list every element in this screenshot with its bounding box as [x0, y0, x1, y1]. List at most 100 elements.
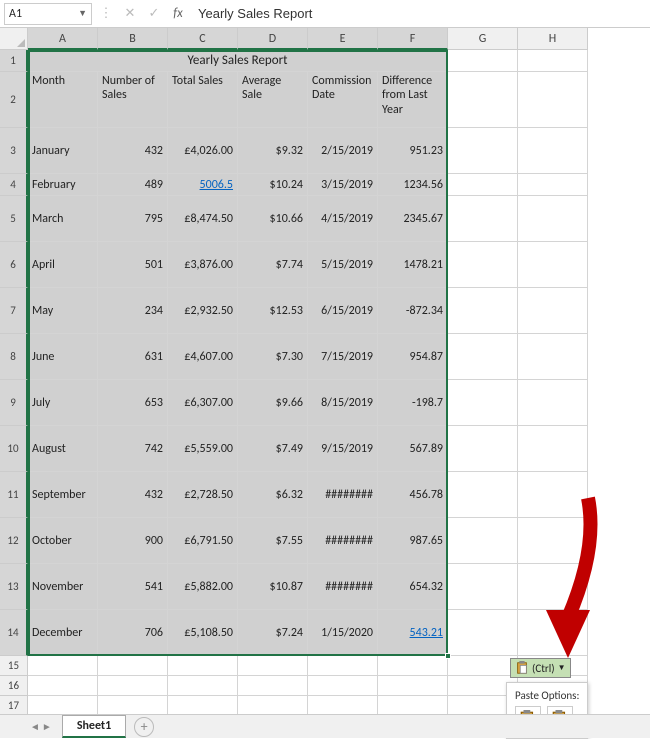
row-header[interactable]: 6	[0, 242, 28, 288]
title-cell[interactable]: Yearly Sales Report	[28, 50, 448, 72]
cell[interactable]: 489	[98, 174, 168, 196]
cell[interactable]: 7/15/2019	[308, 334, 378, 380]
row-header[interactable]: 1	[0, 50, 28, 72]
cell[interactable]: £4,026.00	[168, 128, 238, 174]
cell[interactable]	[518, 610, 588, 656]
row-header[interactable]: 10	[0, 426, 28, 472]
column-header[interactable]: C	[168, 28, 238, 50]
cell[interactable]: January	[28, 128, 98, 174]
cell[interactable]	[448, 380, 518, 426]
tab-prev-icon[interactable]: ◄	[30, 720, 40, 733]
cell[interactable]	[28, 676, 98, 696]
sheet-tab-active[interactable]: Sheet1	[62, 715, 126, 738]
header-cell[interactable]: Difference from Last Year	[378, 72, 448, 128]
cell[interactable]	[168, 696, 238, 716]
cell[interactable]: 3/15/2019	[308, 174, 378, 196]
cell[interactable]: £2,932.50	[168, 288, 238, 334]
cell[interactable]	[168, 676, 238, 696]
cell[interactable]: June	[28, 334, 98, 380]
cell[interactable]	[448, 196, 518, 242]
row-header[interactable]: 13	[0, 564, 28, 610]
cell[interactable]: 501	[98, 242, 168, 288]
cell[interactable]	[448, 128, 518, 174]
cell[interactable]	[238, 696, 308, 716]
cell[interactable]: ########	[308, 518, 378, 564]
cell[interactable]: 9/15/2019	[308, 426, 378, 472]
cell[interactable]: December	[28, 610, 98, 656]
header-cell[interactable]: Number of Sales	[98, 72, 168, 128]
cell[interactable]: 567.89	[378, 426, 448, 472]
header-cell[interactable]: Total Sales	[168, 72, 238, 128]
formula-input[interactable]	[192, 4, 646, 23]
cell[interactable]: 6/15/2019	[308, 288, 378, 334]
cell[interactable]: 631	[98, 334, 168, 380]
name-box[interactable]: A1 ▼	[4, 3, 92, 25]
cell[interactable]	[518, 242, 588, 288]
cell[interactable]: $7.49	[238, 426, 308, 472]
column-header[interactable]: F	[378, 28, 448, 50]
cell[interactable]: $9.66	[238, 380, 308, 426]
cell[interactable]	[518, 288, 588, 334]
cell[interactable]: November	[28, 564, 98, 610]
row-header[interactable]: 3	[0, 128, 28, 174]
cell[interactable]: May	[28, 288, 98, 334]
row-header[interactable]: 11	[0, 472, 28, 518]
row-header[interactable]: 16	[0, 676, 28, 696]
cell[interactable]: 5/15/2019	[308, 242, 378, 288]
column-header[interactable]: D	[238, 28, 308, 50]
cell[interactable]: August	[28, 426, 98, 472]
cell[interactable]: $7.24	[238, 610, 308, 656]
row-header[interactable]: 7	[0, 288, 28, 334]
paste-options-button[interactable]: (Ctrl) ▼	[510, 658, 571, 678]
fx-icon[interactable]: fx	[170, 6, 186, 22]
cell[interactable]	[378, 656, 448, 676]
cell[interactable]: $7.30	[238, 334, 308, 380]
cell[interactable]	[448, 610, 518, 656]
cell[interactable]: 2345.67	[378, 196, 448, 242]
header-cell[interactable]: Month	[28, 72, 98, 128]
header-cell[interactable]: Commission Date	[308, 72, 378, 128]
column-header[interactable]: G	[448, 28, 518, 50]
cell[interactable]: £5,882.00	[168, 564, 238, 610]
cell[interactable]	[28, 656, 98, 676]
cell[interactable]: April	[28, 242, 98, 288]
cell[interactable]	[448, 564, 518, 610]
cell[interactable]	[238, 656, 308, 676]
cell[interactable]	[308, 656, 378, 676]
row-header[interactable]: 17	[0, 696, 28, 716]
cell[interactable]: 987.65	[378, 518, 448, 564]
column-header[interactable]: B	[98, 28, 168, 50]
cell[interactable]	[518, 72, 588, 128]
row-header[interactable]: 2	[0, 72, 28, 128]
column-header[interactable]: A	[28, 28, 98, 50]
cell[interactable]	[308, 676, 378, 696]
more-icon[interactable]: ⋮	[98, 6, 114, 22]
cell[interactable]: October	[28, 518, 98, 564]
cell[interactable]: 654.32	[378, 564, 448, 610]
cell[interactable]	[98, 656, 168, 676]
new-sheet-button[interactable]: +	[134, 717, 154, 737]
cell[interactable]	[448, 72, 518, 128]
header-cell[interactable]: Average Sale	[238, 72, 308, 128]
cell[interactable]	[518, 334, 588, 380]
cell[interactable]: 432	[98, 472, 168, 518]
cell[interactable]: -872.34	[378, 288, 448, 334]
row-header[interactable]: 4	[0, 174, 28, 196]
cell[interactable]: $10.66	[238, 196, 308, 242]
row-header[interactable]: 9	[0, 380, 28, 426]
cell[interactable]	[448, 472, 518, 518]
chevron-down-icon[interactable]: ▼	[78, 8, 87, 19]
cell[interactable]	[308, 696, 378, 716]
cell[interactable]: 456.78	[378, 472, 448, 518]
row-header[interactable]: 12	[0, 518, 28, 564]
cell[interactable]: -198.7	[378, 380, 448, 426]
cell[interactable]	[518, 426, 588, 472]
cell[interactable]: March	[28, 196, 98, 242]
column-header[interactable]: E	[308, 28, 378, 50]
cell[interactable]: $7.74	[238, 242, 308, 288]
row-header[interactable]: 5	[0, 196, 28, 242]
cell[interactable]	[448, 242, 518, 288]
cell[interactable]	[518, 128, 588, 174]
cell[interactable]	[238, 676, 308, 696]
select-all-button[interactable]	[0, 28, 28, 50]
